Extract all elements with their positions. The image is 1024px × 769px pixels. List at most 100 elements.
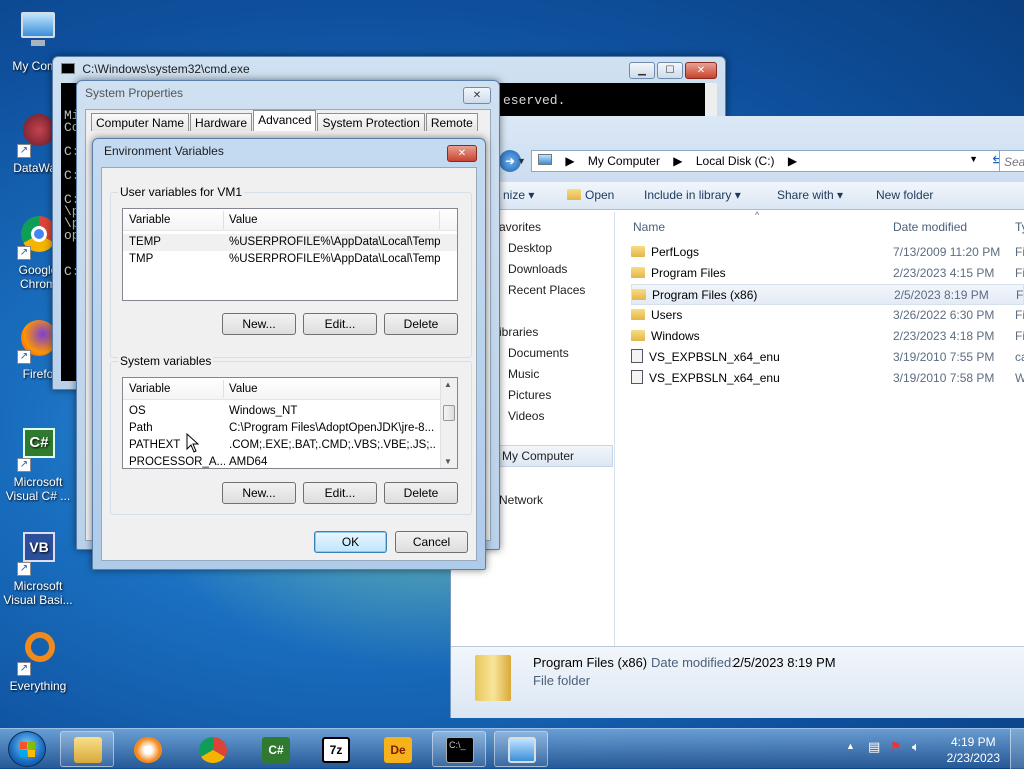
breadcrumb-local-disk[interactable]: Local Disk (C:) [696, 154, 775, 168]
open-button[interactable]: Open [567, 188, 614, 202]
search-input[interactable]: Sea [999, 150, 1024, 172]
file-row[interactable]: Program Files (x86) 2/5/2023 8:19 PM Fi [631, 284, 1024, 305]
close-button[interactable]: ✕ [447, 145, 477, 162]
desktop-icon-visual-basic[interactable]: VB ↗ Microsoft Visual Basi... [0, 530, 76, 607]
taskbar-de-app[interactable]: De [370, 731, 424, 767]
variable-row[interactable]: PATHEXT .COM;.EXE;.BAT;.CMD;.VBS;.VBE;.JS… [123, 437, 457, 454]
taskbar-media-player[interactable] [120, 731, 174, 767]
taskbar-cmd[interactable]: C:\_ [432, 731, 486, 767]
folder-icon [632, 289, 646, 300]
nav-my-computer[interactable]: My Computer [497, 445, 613, 467]
folder-large-icon [475, 655, 511, 701]
user-edit-button[interactable]: Edit... [303, 313, 377, 335]
scroll-thumb[interactable] [443, 405, 455, 421]
nav-pictures[interactable]: Pictures [508, 388, 551, 402]
column-variable[interactable]: Variable [129, 214, 170, 226]
address-dropdown-icon[interactable]: ▼ [969, 154, 978, 164]
nav-desktop[interactable]: Desktop [508, 241, 552, 255]
variable-row[interactable]: OS Windows_NT [123, 403, 457, 420]
file-row[interactable]: VS_EXPBSLN_x64_enu 3/19/2010 7:58 PM W [631, 368, 1024, 389]
tab-hardware[interactable]: Hardware [190, 113, 253, 131]
variable-name: OS [129, 405, 146, 417]
close-button[interactable]: ✕ [685, 62, 717, 79]
address-bar[interactable]: ▶ My Computer ▶ Local Disk (C:) ▶ ▼ ⇆ [531, 150, 1019, 172]
file-row[interactable]: Users 3/26/2022 6:30 PM Fi [631, 305, 1024, 326]
scroll-up-icon[interactable]: ▲ [444, 380, 452, 389]
nav-documents[interactable]: Documents [508, 346, 569, 360]
tab-remote[interactable]: Remote [425, 113, 478, 131]
environment-variables-window[interactable]: Environment Variables ✕ User variables f… [92, 138, 486, 570]
file-name: Program Files [651, 266, 726, 280]
ok-button[interactable]: OK [314, 531, 387, 553]
column-variable[interactable]: Variable [129, 383, 170, 395]
system-delete-button[interactable]: Delete [384, 482, 458, 504]
desktop-icon-visual-csharp[interactable]: C# ↗ Microsoft Visual C# ... [0, 426, 76, 503]
nav-music[interactable]: Music [508, 367, 539, 381]
file-row[interactable]: Windows 2/23/2023 4:18 PM Fi [631, 326, 1024, 347]
variable-row[interactable]: TEMP %USERPROFILE%\AppData\Local\Temp [123, 234, 457, 251]
column-name[interactable]: Name [633, 220, 665, 234]
folder-icon [74, 737, 102, 763]
nav-videos[interactable]: Videos [508, 409, 544, 423]
nav-network[interactable]: Network [499, 493, 543, 507]
taskbar-explorer[interactable] [60, 731, 114, 767]
new-folder-button[interactable]: New folder [876, 188, 933, 202]
system-new-button[interactable]: New... [222, 482, 296, 504]
everything-icon: ↗ [15, 630, 61, 676]
variable-value: .COM;.EXE;.BAT;.CMD;.VBS;.VBE;.JS;.... [229, 439, 435, 451]
action-center-icon[interactable]: ⚑ [890, 739, 902, 755]
tab-computer-name[interactable]: Computer Name [91, 113, 190, 131]
sort-arrow-icon: ^ [755, 210, 760, 220]
nav-downloads[interactable]: Downloads [508, 262, 567, 276]
show-desktop-button[interactable] [1010, 729, 1024, 769]
user-delete-button[interactable]: Delete [384, 313, 458, 335]
tab-system-protection[interactable]: System Protection [317, 113, 425, 131]
tray-expand-icon[interactable]: ▲ [846, 741, 855, 751]
nav-recent-places[interactable]: Recent Places [508, 283, 585, 297]
history-dropdown-icon[interactable]: ▼ [517, 156, 526, 166]
nav-libraries[interactable]: ibraries [499, 325, 538, 339]
taskbar-chrome[interactable] [185, 731, 239, 767]
column-type[interactable]: Ty [1015, 220, 1024, 234]
file-row[interactable]: PerfLogs 7/13/2009 11:20 PM Fi [631, 242, 1024, 263]
file-date: 2/23/2023 4:18 PM [893, 329, 995, 343]
system-variables-scrollbar[interactable]: ▲ ▼ [440, 378, 457, 468]
user-new-button[interactable]: New... [222, 313, 296, 335]
close-button[interactable]: ✕ [463, 87, 491, 104]
scroll-down-icon[interactable]: ▼ [444, 457, 452, 466]
cmd-icon: C:\_ [446, 737, 474, 763]
desktop-icon-everything[interactable]: ↗ Everything [0, 630, 76, 693]
network-icon[interactable]: ▤ [868, 739, 880, 755]
cmd-app-icon [61, 63, 75, 74]
column-date-modified[interactable]: Date modified [893, 220, 967, 234]
start-button[interactable] [8, 731, 46, 767]
file-row[interactable]: VS_EXPBSLN_x64_enu 3/19/2010 7:55 PM ca [631, 347, 1024, 368]
file-row[interactable]: Program Files 2/23/2023 4:15 PM Fi [631, 263, 1024, 284]
variable-row[interactable]: TMP %USERPROFILE%\AppData\Local\Temp [123, 251, 457, 268]
system-variables-list[interactable]: Variable Value OS Windows_NT Path C:\Progra… [122, 377, 458, 469]
taskbar-system-properties[interactable] [494, 731, 548, 767]
clock[interactable]: 4:19 PM 2/23/2023 [947, 734, 1000, 766]
taskbar-7zip[interactable]: 7z [308, 731, 362, 767]
variable-row[interactable]: PROCESSOR_A... AMD64 [123, 454, 457, 468]
column-value[interactable]: Value [229, 214, 258, 226]
user-variables-list[interactable]: Variable Value TEMP %USERPROFILE%\AppData… [122, 208, 458, 301]
tab-advanced[interactable]: Advanced [253, 110, 317, 131]
organize-menu[interactable]: nize ▾ [503, 188, 534, 202]
cancel-button[interactable]: Cancel [395, 531, 468, 553]
include-in-library-menu[interactable]: Include in library ▾ [644, 188, 741, 202]
variable-value: C:\Program Files\AdoptOpenJDK\jre-8.... [229, 422, 435, 434]
variable-row[interactable]: Path C:\Program Files\AdoptOpenJDK\jre-8.… [123, 420, 457, 437]
column-value[interactable]: Value [229, 383, 258, 395]
system-edit-button[interactable]: Edit... [303, 482, 377, 504]
share-with-menu[interactable]: Share with ▾ [777, 188, 843, 202]
explorer-window[interactable]: ➜ ▼ ▶ My Computer ▶ Local Disk (C:) ▶ ▼ … [450, 116, 1024, 718]
maximize-button[interactable]: ☐ [657, 62, 683, 79]
taskbar-visual-csharp[interactable]: C# [248, 731, 302, 767]
volume-icon[interactable]: 🔈︎ [912, 739, 920, 755]
cmd-titlebar[interactable]: C:\Windows\system32\cmd.exe [53, 57, 725, 81]
system-properties-tabs: Computer Name Hardware Advanced System P… [91, 110, 479, 131]
minimize-button[interactable]: ▁ [629, 62, 655, 79]
nav-favorites[interactable]: avorites [499, 220, 541, 234]
breadcrumb-my-computer[interactable]: My Computer [588, 154, 660, 168]
